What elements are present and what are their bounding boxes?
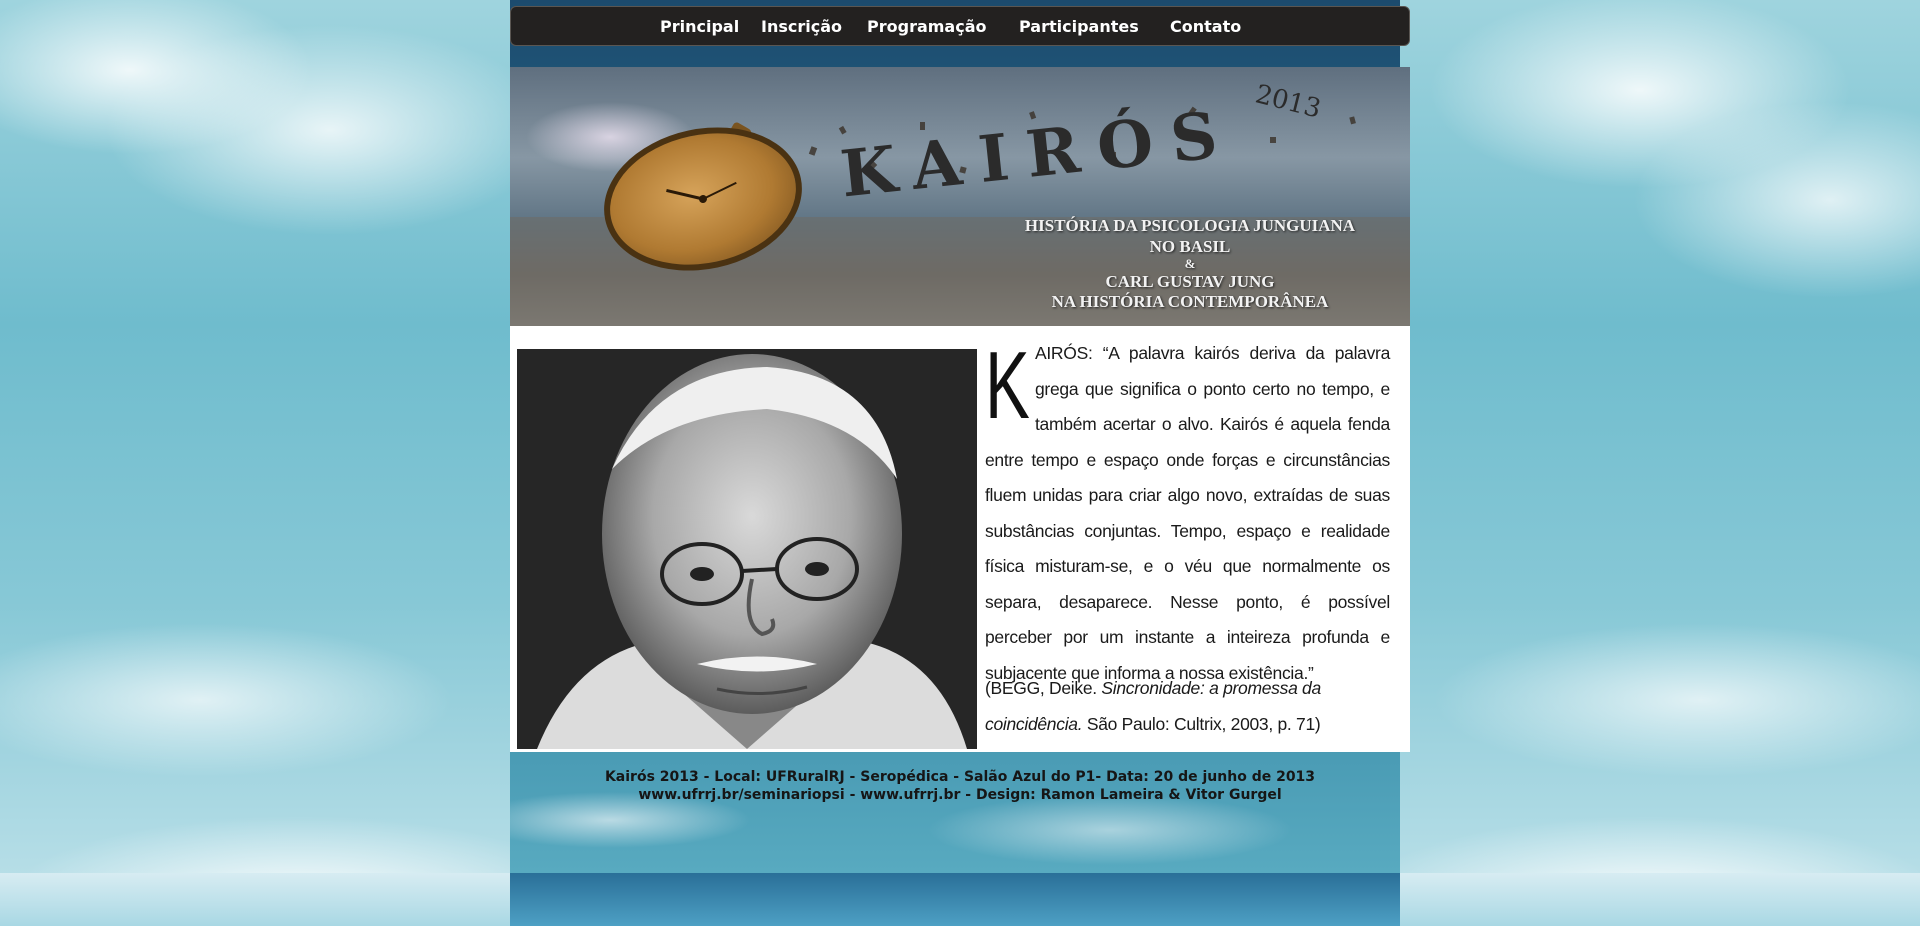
footer-event-info: Kairós 2013 - Local: UFRuralRJ - Seropéd… [604,769,1316,785]
quote-text: AIRÓS: “A palavra kairós deriva da palav… [985,343,1390,683]
nav-item-inscricao[interactable]: Inscrição [761,17,842,36]
main-content: K AIRÓS: “A palavra kairós deriva da pal… [510,326,1410,752]
banner-subtitle-line-2: NO BASIL [1149,237,1231,256]
nav-item-participantes[interactable]: Participantes [1019,17,1139,36]
nav-item-contato[interactable]: Contato [1170,17,1241,36]
nav-item-principal[interactable]: Principal [660,17,739,36]
quote-dropcap: K [985,332,1030,439]
citation-prefix: (BEGG, Deike. [985,678,1102,698]
footer-links-credits: www.ufrrj.br/seminariopsi - www.ufrrj.br… [638,787,1282,803]
quote-citation: (BEGG, Deike. Sincronidade: a promessa d… [985,671,1390,742]
nav-item-programacao[interactable]: Programação [867,17,987,36]
header-banner: KAIRÓS 2013 HISTÓRIA DA PSICOLOGIA JUNGU… [510,67,1410,326]
background-bottom-strip [0,873,1920,926]
citation-suffix: São Paulo: Cultrix, 2003, p. 71) [1082,713,1321,734]
banner-subtitle-line-5: NA HISTÓRIA CONTEMPORÂNEA [1051,292,1329,311]
banner-subtitle-line-3: & [1184,256,1196,271]
main-navbar: Principal Inscrição Programação Particip… [510,6,1410,46]
kairos-quote: K AIRÓS: “A palavra kairós deriva da pal… [985,336,1390,691]
banner-subtitle-line-4: CARL GUSTAV JUNG [1105,272,1275,291]
page-footer: Kairós 2013 - Local: UFRuralRJ - Seropéd… [510,768,1410,804]
banner-subtitle-line-1: HISTÓRIA DA PSICOLOGIA JUNGUIANA [1024,216,1356,235]
background-bottom-strip-center [510,873,1400,926]
carl-jung-portrait-image [517,349,977,749]
